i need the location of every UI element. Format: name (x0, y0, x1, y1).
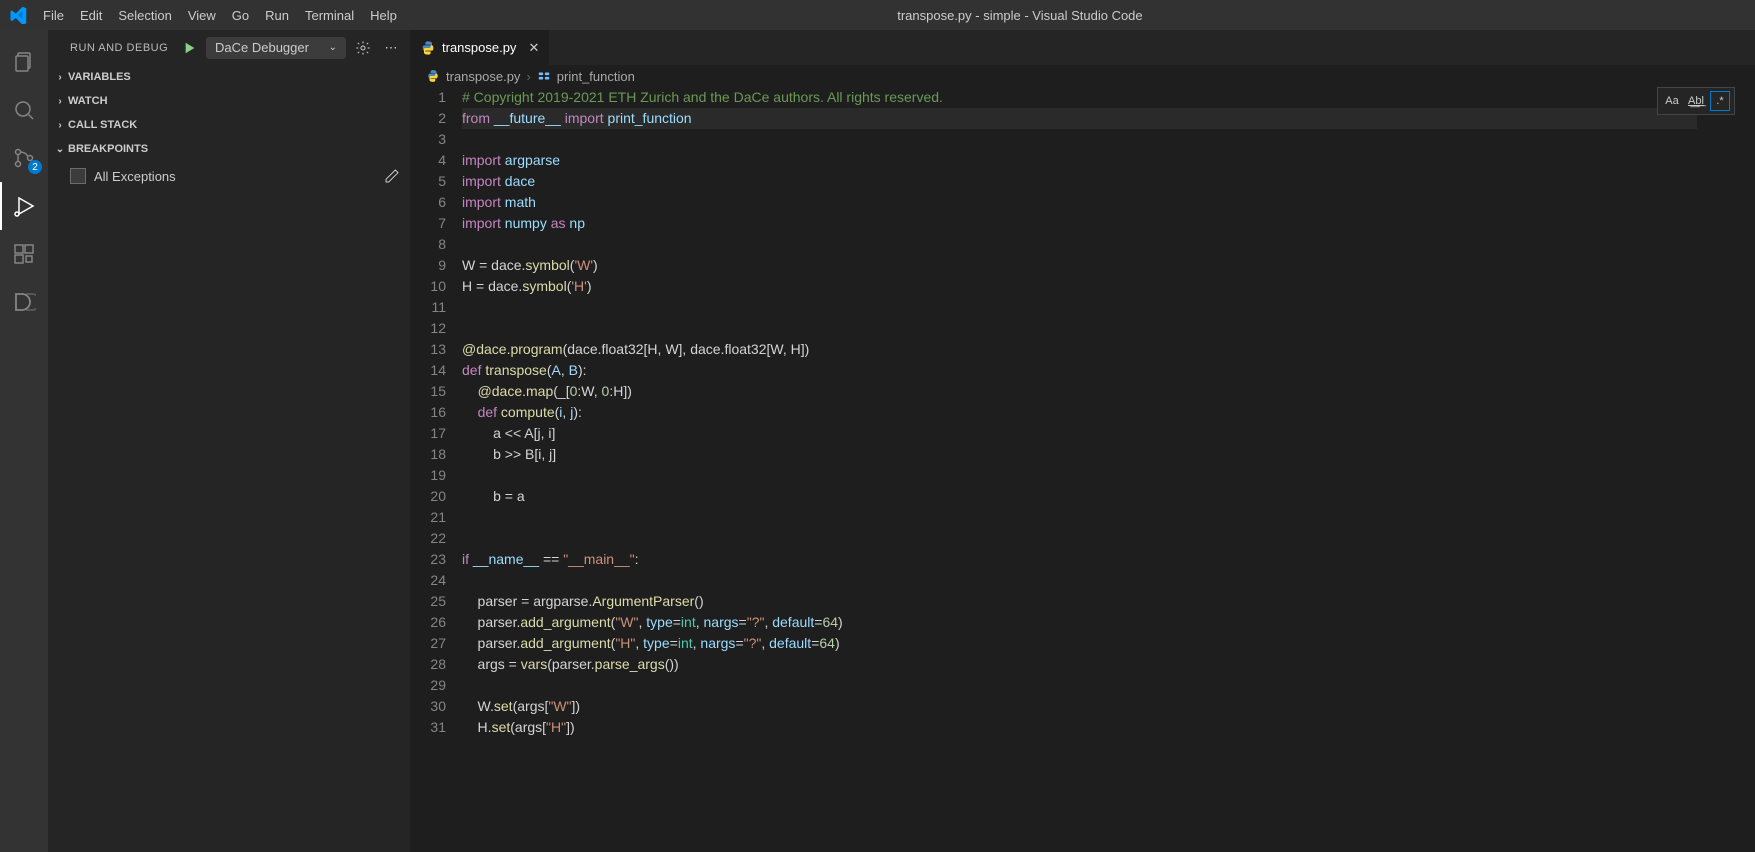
run-debug-icon[interactable] (0, 182, 48, 230)
code-line[interactable]: parser.add_argument("W", type=int, nargs… (462, 612, 1755, 633)
code-line[interactable]: W = dace.symbol('W') (462, 255, 1755, 276)
debug-header: RUN AND DEBUG DaCe Debugger ⌄ ⋯ (48, 30, 410, 65)
menu-help[interactable]: Help (362, 0, 405, 30)
breakpoint-all-exceptions[interactable]: All Exceptions (62, 165, 410, 187)
bc-symbol: print_function (557, 69, 635, 84)
code-line[interactable] (462, 507, 1755, 528)
match-word[interactable]: A͟b͟l (1686, 91, 1706, 111)
start-debug-button[interactable] (180, 38, 200, 58)
code-line[interactable]: def compute(i, j): (462, 402, 1755, 423)
gear-icon[interactable] (352, 37, 374, 59)
debug-config-label: DaCe Debugger (215, 40, 309, 55)
code-line[interactable]: import numpy as np (462, 213, 1755, 234)
code-line[interactable]: parser = argparse.ArgumentParser() (462, 591, 1755, 612)
code-line[interactable] (462, 129, 1755, 150)
scm-badge: 2 (28, 160, 42, 174)
close-icon[interactable]: ✕ (528, 40, 539, 56)
code-line[interactable]: b >> B[i, j] (462, 444, 1755, 465)
debug-config-select[interactable]: DaCe Debugger ⌄ (206, 37, 346, 59)
menu-edit[interactable]: Edit (72, 0, 110, 30)
code-line[interactable]: a << A[j, i] (462, 423, 1755, 444)
code-line[interactable]: H.set(args["H"]) (462, 717, 1755, 738)
source-control-icon[interactable]: 2 (0, 134, 48, 182)
match-case[interactable]: Aa (1662, 91, 1682, 111)
python-file-icon (420, 40, 436, 56)
debug-sidebar: RUN AND DEBUG DaCe Debugger ⌄ ⋯ ›VARIABL… (48, 30, 410, 852)
activity-bar: 2 (0, 30, 48, 852)
menu-selection[interactable]: Selection (110, 0, 179, 30)
code-line[interactable] (462, 297, 1755, 318)
chevron-down-icon: ⌄ (329, 42, 337, 53)
minimap[interactable] (1697, 87, 1755, 852)
editor-area: transpose.py ✕ transpose.py › print_func… (410, 30, 1755, 852)
debug-title: RUN AND DEBUG (56, 42, 168, 54)
tab-label: transpose.py (442, 40, 516, 55)
code-line[interactable]: @dace.map(_[0:W, 0:H]) (462, 381, 1755, 402)
tabs: transpose.py ✕ (410, 30, 1755, 65)
more-icon[interactable]: ⋯ (380, 37, 402, 59)
vscode-logo-icon (0, 6, 35, 24)
code-line[interactable] (462, 465, 1755, 486)
panel-variables[interactable]: ›VARIABLES (48, 65, 410, 89)
code-line[interactable] (462, 318, 1755, 339)
code-line[interactable] (462, 675, 1755, 696)
code-line[interactable]: b = a (462, 486, 1755, 507)
symbol-icon (537, 69, 551, 83)
code-line[interactable]: H = dace.symbol('H') (462, 276, 1755, 297)
search-icon[interactable] (0, 86, 48, 134)
code-line[interactable]: import argparse (462, 150, 1755, 171)
panel-watch[interactable]: ›WATCH (48, 89, 410, 113)
menu-view[interactable]: View (180, 0, 224, 30)
extensions-icon[interactable] (0, 230, 48, 278)
python-file-icon (426, 69, 440, 83)
code-line[interactable]: W.set(args["W"]) (462, 696, 1755, 717)
bc-file: transpose.py (446, 69, 520, 84)
code-line[interactable] (462, 234, 1755, 255)
code-line[interactable]: if __name__ == "__main__": (462, 549, 1755, 570)
breadcrumbs[interactable]: transpose.py › print_function (410, 65, 1755, 87)
menu-go[interactable]: Go (224, 0, 257, 30)
code-editor[interactable]: 1234567891011121314151617181920212223242… (410, 87, 1755, 852)
checkbox-icon[interactable] (70, 168, 86, 184)
menu-file[interactable]: File (35, 0, 72, 30)
code-line[interactable] (462, 528, 1755, 549)
code-line[interactable]: parser.add_argument("H", type=int, nargs… (462, 633, 1755, 654)
window-title: transpose.py - simple - Visual Studio Co… (405, 8, 1635, 23)
code-line[interactable]: args = vars(parser.parse_args()) (462, 654, 1755, 675)
find-widget[interactable]: Aa A͟b͟l .* (1657, 87, 1735, 115)
code-line[interactable] (462, 570, 1755, 591)
code-line[interactable]: @dace.program(dace.float32[H, W], dace.f… (462, 339, 1755, 360)
panel-breakpoints[interactable]: ⌄BREAKPOINTS (48, 137, 410, 161)
code-line[interactable]: import dace (462, 171, 1755, 192)
menu-terminal[interactable]: Terminal (297, 0, 362, 30)
panel-callstack[interactable]: ›CALL STACK (48, 113, 410, 137)
dace-icon[interactable] (0, 278, 48, 326)
code-line[interactable]: from __future__ import print_function (462, 108, 1755, 129)
bp-label: All Exceptions (94, 169, 176, 184)
regex[interactable]: .* (1710, 91, 1730, 111)
tab-transpose[interactable]: transpose.py ✕ (410, 30, 550, 65)
code-line[interactable]: import math (462, 192, 1755, 213)
menu-run[interactable]: Run (257, 0, 297, 30)
menubar: FileEditSelectionViewGoRunTerminalHelp t… (0, 0, 1755, 30)
pencil-icon[interactable] (384, 168, 400, 184)
code-line[interactable]: def transpose(A, B): (462, 360, 1755, 381)
explorer-icon[interactable] (0, 38, 48, 86)
code-line[interactable]: # Copyright 2019-2021 ETH Zurich and the… (462, 87, 1755, 108)
